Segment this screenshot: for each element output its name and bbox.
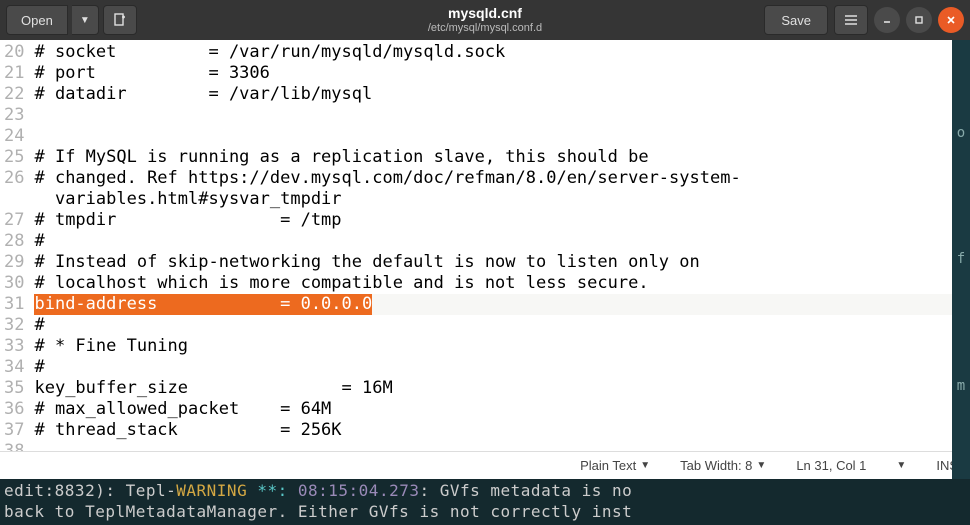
code-line[interactable] — [34, 105, 970, 126]
line-number: 36 — [4, 399, 24, 420]
code-line[interactable]: # localhost which is more compatible and… — [34, 273, 970, 294]
goto-line-dropdown[interactable]: ▼ — [896, 460, 906, 471]
maximize-button[interactable] — [906, 7, 932, 33]
line-number: 33 — [4, 336, 24, 357]
strip-char: o — [957, 125, 965, 141]
window-subtitle: /etc/mysql/mysql.conf.d — [428, 22, 542, 34]
line-number: 25 — [4, 147, 24, 168]
line-number: 23 — [4, 105, 24, 126]
code-line[interactable]: # — [34, 357, 970, 378]
code-line[interactable]: variables.html#sysvar_tmpdir — [34, 189, 970, 210]
close-button[interactable] — [938, 7, 964, 33]
syntax-label: Plain Text — [580, 458, 636, 473]
code-line[interactable]: # Instead of skip-networking the default… — [34, 252, 970, 273]
line-number: 37 — [4, 420, 24, 441]
line-number-gutter: 20212223242526 272829303132333435363738 — [0, 40, 30, 451]
hamburger-menu-button[interactable] — [834, 5, 868, 35]
code-line[interactable]: # — [34, 231, 970, 252]
line-number: 34 — [4, 357, 24, 378]
code-line[interactable] — [34, 126, 970, 147]
terminal-output: edit:8832): Tepl-WARNING **: 08:15:04.27… — [0, 479, 970, 525]
line-number: 29 — [4, 252, 24, 273]
cursor-position[interactable]: Ln 31, Col 1 — [796, 458, 866, 473]
close-icon — [945, 14, 957, 26]
line-number: 22 — [4, 84, 24, 105]
strip-char: m — [957, 378, 965, 394]
code-line[interactable]: # port = 3306 — [34, 63, 970, 84]
line-number: 21 — [4, 63, 24, 84]
status-bar: Plain Text ▼ Tab Width: 8 ▼ Ln 31, Col 1… — [0, 451, 970, 479]
line-number: 32 — [4, 315, 24, 336]
open-recent-dropdown[interactable]: ▼ — [72, 5, 99, 35]
open-button-label: Open — [21, 13, 53, 28]
line-number — [4, 189, 24, 210]
terminal-line: edit:8832): Tepl-WARNING **: 08:15:04.27… — [4, 481, 966, 502]
maximize-icon — [913, 14, 925, 26]
code-content[interactable]: # socket = /var/run/mysqld/mysqld.sock# … — [30, 40, 970, 451]
line-number: 28 — [4, 231, 24, 252]
line-number: 27 — [4, 210, 24, 231]
tab-width-label: Tab Width: 8 — [680, 458, 752, 473]
syntax-selector[interactable]: Plain Text ▼ — [580, 458, 650, 473]
code-line[interactable]: bind-address = 0.0.0.0 — [34, 294, 970, 315]
editor-area[interactable]: 20212223242526 272829303132333435363738 #… — [0, 40, 970, 451]
code-line[interactable] — [34, 441, 970, 451]
code-line[interactable]: # tmpdir = /tmp — [34, 210, 970, 231]
tab-width-selector[interactable]: Tab Width: 8 ▼ — [680, 458, 766, 473]
line-number: 20 — [4, 42, 24, 63]
chevron-down-icon: ▼ — [756, 460, 766, 471]
line-number: 30 — [4, 273, 24, 294]
code-line[interactable]: # datadir = /var/lib/mysql — [34, 84, 970, 105]
line-number: 26 — [4, 168, 24, 189]
code-line[interactable]: # — [34, 315, 970, 336]
line-number: 24 — [4, 126, 24, 147]
code-line[interactable]: # * Fine Tuning — [34, 336, 970, 357]
code-line[interactable]: # thread_stack = 256K — [34, 420, 970, 441]
titlebar: Open ▼ mysqld.cnf /etc/mysql/mysql.conf.… — [0, 0, 970, 40]
code-line[interactable]: key_buffer_size = 16M — [34, 378, 970, 399]
code-line[interactable]: # changed. Ref https://dev.mysql.com/doc… — [34, 168, 970, 189]
minimize-button[interactable] — [874, 7, 900, 33]
code-line[interactable]: # max_allowed_packet = 64M — [34, 399, 970, 420]
chevron-down-icon: ▼ — [80, 15, 90, 26]
open-button[interactable]: Open — [6, 5, 68, 35]
chevron-down-icon: ▼ — [896, 460, 906, 471]
hamburger-icon — [843, 13, 859, 27]
strip-char: f — [957, 251, 965, 267]
cursor-position-label: Ln 31, Col 1 — [796, 458, 866, 473]
save-button-label: Save — [781, 13, 811, 28]
terminal-line: back to TeplMetadataManager. Either GVfs… — [4, 502, 966, 523]
window-title: mysqld.cnf — [428, 6, 542, 21]
code-line[interactable]: # socket = /var/run/mysqld/mysqld.sock — [34, 42, 970, 63]
new-document-icon — [112, 12, 128, 28]
line-number: 31 — [4, 294, 24, 315]
save-button[interactable]: Save — [764, 5, 828, 35]
minimize-icon — [881, 14, 893, 26]
line-number: 38 — [4, 441, 24, 451]
code-line[interactable]: # If MySQL is running as a replication s… — [34, 147, 970, 168]
chevron-down-icon: ▼ — [640, 460, 650, 471]
line-number: 35 — [4, 378, 24, 399]
right-margin-strip: o f m — [952, 40, 970, 479]
new-tab-button[interactable] — [103, 5, 137, 35]
